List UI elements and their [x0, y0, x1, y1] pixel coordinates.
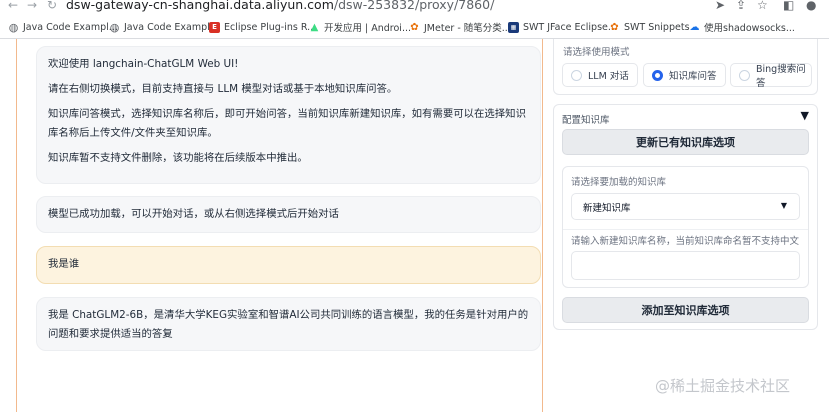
share-icon[interactable]: ⇪ [736, 0, 746, 12]
add-kb-button[interactable]: 添加至知识库选项 [562, 297, 809, 323]
address-bar: ← → ↻ dsw-gateway-cn-shanghai.data.aliyu… [0, 0, 829, 15]
swt-icon: ✿ [610, 21, 619, 33]
eclipse-icon: E [209, 21, 220, 33]
kb-select-label: 请选择要加载的知识库 [571, 177, 667, 188]
bookmark-item[interactable]: ✿ JMeter - 随笔分类... [409, 20, 511, 35]
globe-icon: ◍ [8, 20, 19, 34]
bot-message: 欢迎使用 langchain-ChatGLM Web UI! 请在右侧切换模式，… [36, 46, 541, 184]
bookmark-item[interactable]: ☁ 使用shadowsocks... [689, 20, 795, 35]
kb-config-panel: 配置知识库 ▼ 更新已有知识库选项 请选择要加载的知识库 新建知识库 ▼ 请输入… [553, 104, 818, 330]
message-text: 请在右侧切换模式，目前支持直接与 LLM 模型对话或基于本地知识库问答。 [48, 83, 398, 95]
kb-select[interactable]: 新建知识库 ▼ [571, 193, 800, 220]
bookmark-item[interactable]: ✿ SWT Snippets [609, 20, 689, 34]
bookmark-item[interactable]: ◍ Java Code Exampl... [8, 20, 118, 34]
bookmark-item[interactable]: ◍ Java Code Exampl... [109, 20, 219, 34]
chat-panel[interactable]: 欢迎使用 langchain-ChatGLM Web UI! 请在右侧切换模式，… [16, 39, 543, 412]
bookmark-item[interactable]: ▦ SWT JFace Eclipse... [508, 20, 617, 34]
dropdown-arrow-icon: ▼ [780, 201, 787, 210]
radio-checked-icon [652, 69, 663, 81]
bookmark-item[interactable]: ▲ 开发应用 | Androi... [309, 20, 411, 35]
kb-config-header[interactable]: 配置知识库 [562, 112, 610, 126]
collapse-icon[interactable]: ▼ [801, 109, 809, 122]
bookmark-item[interactable]: E Eclipse Plug-ins R... [209, 20, 316, 34]
reload-icon[interactable]: ↻ [47, 0, 57, 12]
back-icon[interactable]: ← [8, 0, 18, 12]
url-field[interactable]: dsw-gateway-cn-shanghai.data.aliyun.com/… [66, 0, 494, 12]
message-text: 我是 ChatGLM2-6B，是清华大学KEG实验室和智谱AI公司共同训练的语言… [48, 309, 529, 340]
bot-message: 我是 ChatGLM2-6B，是清华大学KEG实验室和智谱AI公司共同训练的语言… [36, 297, 541, 351]
radio-bing-search[interactable]: Bing搜索问答 [730, 63, 812, 89]
message-text: 欢迎使用 langchain-ChatGLM Web UI! [48, 58, 239, 70]
cloud-icon: ☁ [689, 21, 700, 33]
radio-circle-icon [739, 69, 750, 81]
android-icon: ▲ [310, 21, 319, 33]
kb-name-label: 请输入新建知识库名称，当前知识库命名暂不支持中文 [571, 236, 800, 247]
user-message: 我是谁 [36, 246, 541, 284]
update-kb-button[interactable]: 更新已有知识库选项 [562, 129, 809, 155]
bookmarks-bar: ◍ Java Code Exampl... ◍ Java Code Exampl..… [0, 15, 829, 39]
radio-llm-chat[interactable]: LLM 对话 [562, 63, 638, 87]
mode-selector: 请选择使用模式 LLM 对话 知识库问答 Bing搜索问答 [553, 39, 818, 95]
send-icon[interactable]: ➤ [715, 0, 725, 12]
mode-label: 请选择使用模式 [563, 47, 630, 58]
forward-icon[interactable]: → [27, 0, 37, 12]
profile-icon[interactable]: ● [806, 0, 816, 12]
star-icon[interactable]: ☆ [757, 0, 768, 12]
sidebar-icon[interactable]: ◧ [783, 0, 794, 12]
message-text: 我是谁 [48, 258, 80, 270]
globe-icon: ◍ [109, 20, 120, 34]
kb-name-input[interactable] [571, 251, 800, 280]
radio-circle-icon [571, 69, 582, 81]
message-text: 模型已成功加载，可以开始对话，或从右侧选择模式后开始对话 [48, 208, 339, 220]
message-text: 知识库问答模式，选择知识库名称后，即可开始问答，当前知识库新建知识库，如有需要可… [48, 108, 526, 139]
doc-icon: ▦ [508, 21, 519, 33]
divider [563, 229, 808, 230]
watermark-text: @稀土掘金技术社区 [655, 377, 791, 395]
message-text: 知识库暂不支持文件删除，该功能将在后续版本中推出。 [48, 152, 308, 164]
leaf-icon: ✿ [410, 21, 419, 33]
kb-form: 请选择要加载的知识库 新建知识库 ▼ 请输入新建知识库名称，当前知识库命名暂不支… [562, 166, 809, 288]
bot-message: 模型已成功加载，可以开始对话，或从右侧选择模式后开始对话 [36, 196, 541, 233]
radio-knowledge-qa[interactable]: 知识库问答 [643, 63, 726, 87]
